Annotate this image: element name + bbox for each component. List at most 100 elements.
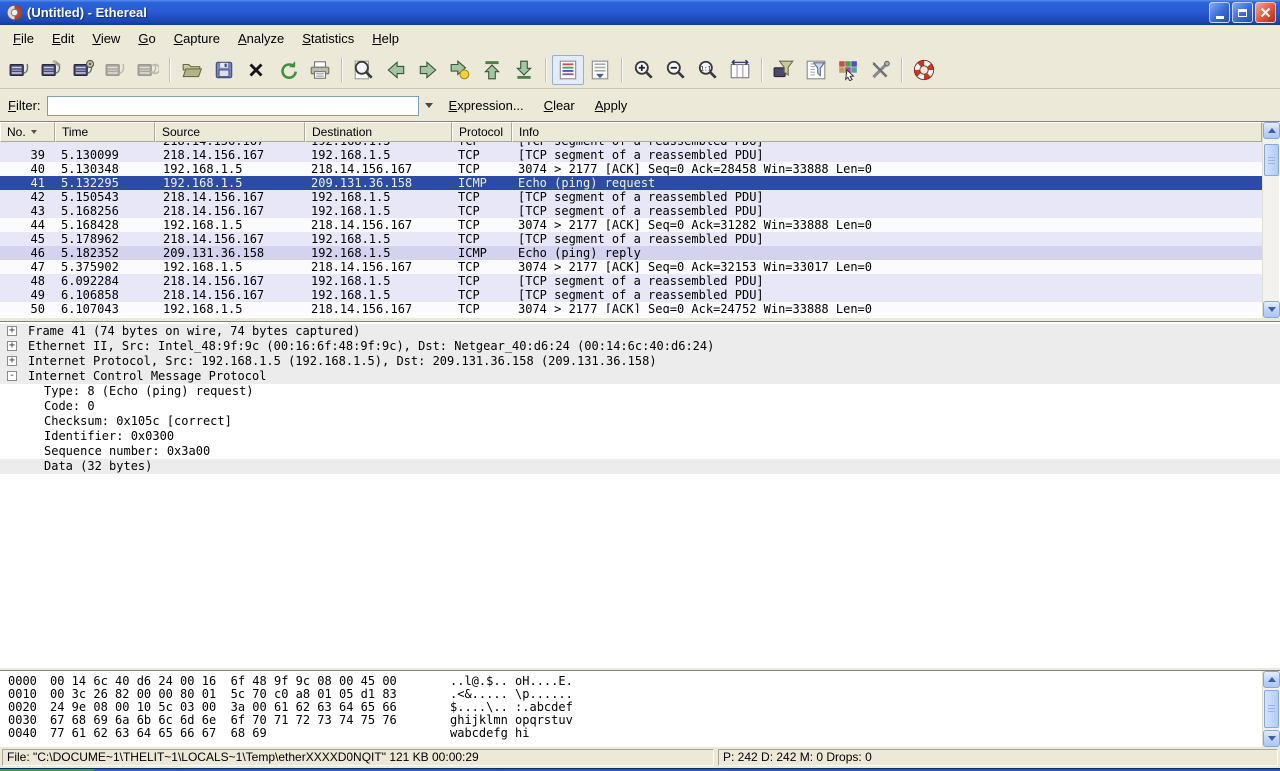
- resize-columns-button[interactable]: [724, 55, 756, 85]
- maximize-button[interactable]: [1232, 2, 1253, 23]
- main-toolbar: 1:1: [0, 52, 1280, 89]
- packet-row-42[interactable]: 425.150543218.14.156.167192.168.1.5TCP[T…: [0, 190, 1262, 204]
- packet-row-39[interactable]: 395.130099218.14.156.167192.168.1.5TCP[T…: [0, 148, 1262, 162]
- capture-start-icon: [73, 59, 95, 81]
- expand-icon[interactable]: +: [7, 326, 17, 336]
- capture-filter-button[interactable]: [768, 55, 800, 85]
- reload-button[interactable]: [272, 55, 304, 85]
- column-header-time[interactable]: Time: [55, 122, 155, 142]
- find-packet-button[interactable]: [348, 55, 380, 85]
- minimize-button[interactable]: [1209, 2, 1230, 23]
- detail-line[interactable]: Identifier: 0x0300: [0, 429, 1280, 444]
- capture-stop-icon: [105, 59, 127, 81]
- go-to-bottom-button[interactable]: [508, 55, 540, 85]
- menu-item-view[interactable]: View: [83, 28, 129, 49]
- open-file-button[interactable]: [176, 55, 208, 85]
- close-file-button[interactable]: [240, 55, 272, 85]
- expand-icon[interactable]: +: [7, 356, 17, 366]
- hex-dump-pane: 000000 14 6c 40 d6 24 00 16 6f 48 9f 9c …: [0, 670, 1280, 747]
- packet-row-49[interactable]: 496.106858218.14.156.167192.168.1.5TCP[T…: [0, 288, 1262, 302]
- menu-item-go[interactable]: Go: [129, 28, 164, 49]
- arrow-down-icon: [1268, 736, 1276, 741]
- collapse-icon[interactable]: -: [7, 371, 17, 381]
- packet-row-50[interactable]: 506.107043192.168.1.5218.14.156.167TCP30…: [0, 302, 1262, 313]
- go-forward-button[interactable]: [412, 55, 444, 85]
- column-header-protocol[interactable]: Protocol: [452, 122, 512, 142]
- packet-row-46[interactable]: 465.182352209.131.36.158192.168.1.5ICMPE…: [0, 246, 1262, 260]
- capture-restart-button: [132, 55, 164, 85]
- hex-scroll-up-button[interactable]: [1263, 671, 1280, 688]
- menu-bar: FileEditViewGoCaptureAnalyzeStatisticsHe…: [0, 25, 1280, 52]
- detail-line[interactable]: +Internet Protocol, Src: 192.168.1.5 (19…: [0, 354, 1280, 369]
- hex-line[interactable]: 004077 61 62 63 64 65 66 67 68 69wabcdef…: [0, 727, 1280, 740]
- arrow-up-icon: [1268, 677, 1276, 682]
- arrow-up-icon: [1268, 128, 1276, 133]
- save-file-button[interactable]: [208, 55, 240, 85]
- column-header-no[interactable]: No.: [0, 122, 55, 142]
- find-packet-icon: [353, 59, 375, 81]
- close-button[interactable]: [1255, 2, 1276, 23]
- auto-scroll-button[interactable]: [584, 55, 616, 85]
- zoom-normal-button[interactable]: 1:1: [692, 55, 724, 85]
- detail-line[interactable]: -Internet Control Message Protocol: [0, 369, 1280, 384]
- toolbar-separator: [341, 58, 343, 82]
- detail-line[interactable]: Checksum: 0x105c [correct]: [0, 414, 1280, 429]
- display-filter-button[interactable]: [800, 55, 832, 85]
- toolbar-separator: [901, 58, 903, 82]
- packet-row-41[interactable]: 415.132295192.168.1.5209.131.36.158ICMPE…: [0, 176, 1262, 190]
- expression-button[interactable]: Expression...: [439, 95, 534, 116]
- packet-row-45[interactable]: 455.178962218.14.156.167192.168.1.5TCP[T…: [0, 232, 1262, 246]
- packet-row-47[interactable]: 475.375902192.168.1.5218.14.156.167TCP30…: [0, 260, 1262, 274]
- hex-scrollbar[interactable]: [1262, 671, 1279, 747]
- column-header-source[interactable]: Source: [155, 122, 305, 142]
- menu-item-statistics[interactable]: Statistics: [293, 28, 363, 49]
- filter-input[interactable]: [47, 96, 419, 116]
- detail-line[interactable]: +Ethernet II, Src: Intel_48:9f:9c (00:16…: [0, 339, 1280, 354]
- go-to-bottom-icon: [513, 59, 535, 81]
- list-interfaces-button[interactable]: [4, 55, 36, 85]
- scrollbar-thumb[interactable]: [1264, 144, 1279, 176]
- filter-dropdown-button[interactable]: [419, 96, 439, 116]
- detail-line[interactable]: Code: 0: [0, 399, 1280, 414]
- column-header-destination[interactable]: Destination: [305, 122, 452, 142]
- menu-item-file[interactable]: File: [4, 28, 43, 49]
- packet-row-48[interactable]: 486.092284218.14.156.167192.168.1.5TCP[T…: [0, 274, 1262, 288]
- menu-item-edit[interactable]: Edit: [43, 28, 83, 49]
- menu-item-capture[interactable]: Capture: [165, 28, 229, 49]
- close-icon: [1260, 7, 1271, 18]
- capture-options-button[interactable]: [36, 55, 68, 85]
- colorize-icon: [557, 59, 579, 81]
- hex-scroll-down-button[interactable]: [1263, 730, 1280, 747]
- zoom-in-button[interactable]: [628, 55, 660, 85]
- coloring-rules-icon: [837, 59, 859, 81]
- clear-button[interactable]: Clear: [534, 95, 585, 116]
- column-header-info[interactable]: Info: [512, 122, 1262, 142]
- preferences-button[interactable]: [864, 55, 896, 85]
- packet-row-43[interactable]: 435.168256218.14.156.167192.168.1.5TCP[T…: [0, 204, 1262, 218]
- menu-item-help[interactable]: Help: [363, 28, 408, 49]
- go-back-button[interactable]: [380, 55, 412, 85]
- coloring-rules-button[interactable]: [832, 55, 864, 85]
- hex-scrollbar-thumb[interactable]: [1264, 690, 1279, 728]
- apply-button[interactable]: Apply: [585, 95, 638, 116]
- detail-line[interactable]: +Frame 41 (74 bytes on wire, 74 bytes ca…: [0, 324, 1280, 339]
- go-to-top-button[interactable]: [476, 55, 508, 85]
- detail-line[interactable]: Sequence number: 0x3a00: [0, 444, 1280, 459]
- packet-row-44[interactable]: 445.168428192.168.1.5218.14.156.167TCP30…: [0, 218, 1262, 232]
- print-button[interactable]: [304, 55, 336, 85]
- packet-list-scrollbar[interactable]: [1262, 122, 1279, 318]
- capture-start-button[interactable]: [68, 55, 100, 85]
- packet-row-40[interactable]: 405.130348192.168.1.5218.14.156.167TCP30…: [0, 162, 1262, 176]
- menu-item-analyze[interactable]: Analyze: [229, 28, 293, 49]
- packet-details-pane: +Frame 41 (74 bytes on wire, 74 bytes ca…: [0, 321, 1280, 668]
- scroll-up-button[interactable]: [1263, 122, 1280, 139]
- help-button[interactable]: [908, 55, 940, 85]
- colorize-button[interactable]: [552, 55, 584, 85]
- zoom-normal-icon: 1:1: [697, 59, 719, 81]
- detail-line[interactable]: Data (32 bytes): [0, 459, 1280, 474]
- zoom-out-button[interactable]: [660, 55, 692, 85]
- scroll-down-button[interactable]: [1263, 301, 1280, 318]
- go-to-packet-button[interactable]: [444, 55, 476, 85]
- detail-line[interactable]: Type: 8 (Echo (ping) request): [0, 384, 1280, 399]
- expand-icon[interactable]: +: [7, 341, 17, 351]
